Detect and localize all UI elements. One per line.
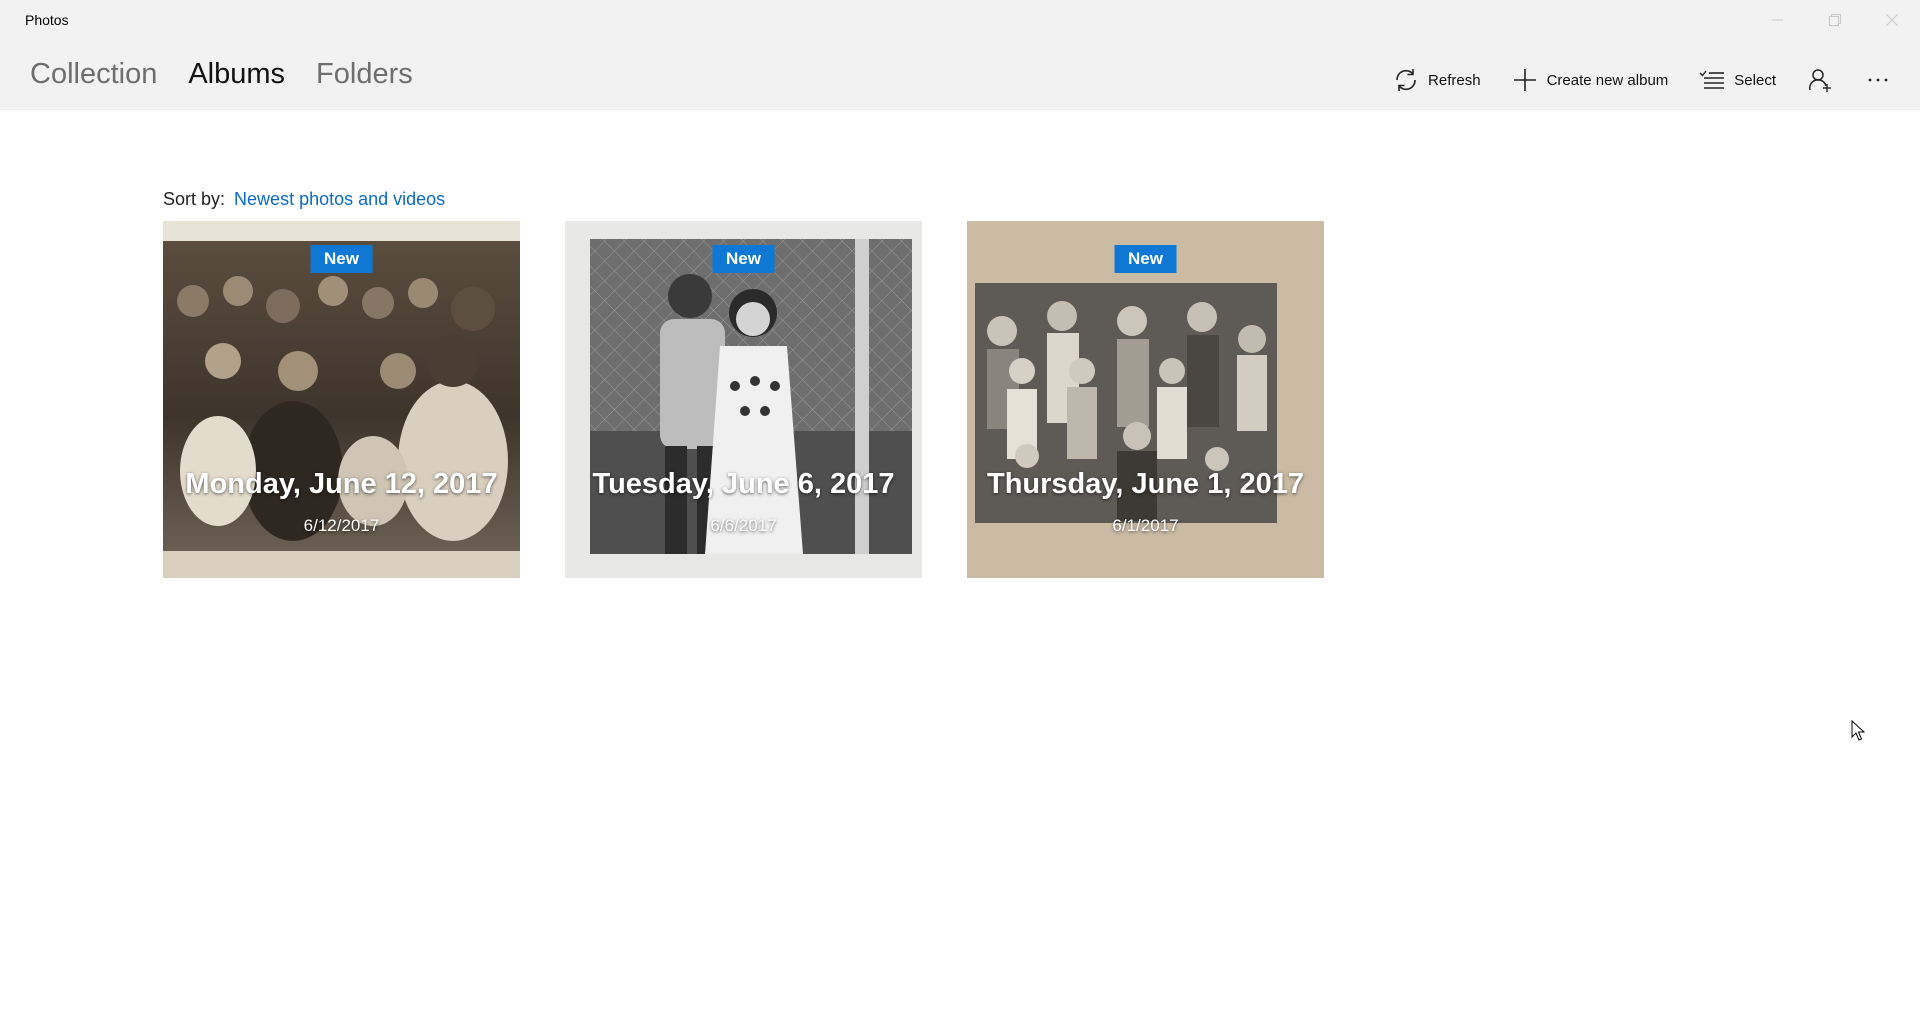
album-title: Thursday, June 1, 2017: [987, 468, 1304, 500]
person-add-icon: [1806, 66, 1834, 94]
tab-albums[interactable]: Albums: [188, 60, 285, 89]
minimize-icon: [1771, 19, 1783, 21]
sort-label: Sort by:: [163, 189, 226, 209]
select-button[interactable]: Select: [1698, 64, 1776, 96]
new-badge: New: [712, 245, 775, 273]
plus-icon: [1511, 66, 1539, 94]
sort-control: Sort by: Newest photos and videos: [163, 189, 445, 210]
new-badge: New: [1114, 245, 1177, 273]
select-label: Select: [1734, 71, 1776, 89]
maximize-button[interactable]: [1806, 0, 1863, 40]
restore-icon: [1828, 14, 1841, 26]
app-header: Collection Albums Folders Refresh Create…: [0, 40, 1920, 110]
mouse-cursor-icon: [1851, 719, 1866, 747]
create-new-album-label: Create new album: [1546, 71, 1669, 89]
album-date: 6/12/2017: [303, 516, 380, 535]
new-badge: New: [310, 245, 373, 273]
close-button[interactable]: [1863, 0, 1920, 40]
app-title: Photos: [25, 12, 69, 28]
window-controls: [1749, 0, 1920, 40]
create-new-album-button[interactable]: Create new album: [1511, 64, 1669, 96]
album-tile[interactable]: New Monday, June 12, 2017 6/12/2017: [163, 221, 520, 578]
refresh-label: Refresh: [1428, 71, 1481, 89]
sort-dropdown[interactable]: Newest photos and videos: [234, 189, 445, 209]
tab-collection[interactable]: Collection: [30, 60, 157, 89]
album-grid: New Monday, June 12, 2017 6/12/2017 New …: [163, 221, 1324, 578]
title-bar: Photos: [0, 0, 1920, 40]
album-tile[interactable]: New Thursday, June 1, 2017 6/1/2017: [967, 221, 1324, 578]
close-icon: [1885, 14, 1898, 26]
more-icon: [1864, 66, 1892, 94]
tab-folders[interactable]: Folders: [316, 60, 413, 89]
nav-tabs: Collection Albums Folders: [30, 60, 413, 89]
minimize-button[interactable]: [1749, 0, 1806, 40]
album-title: Monday, June 12, 2017: [185, 468, 498, 500]
refresh-button[interactable]: Refresh: [1392, 64, 1481, 96]
select-list-icon: [1698, 66, 1726, 94]
album-tile[interactable]: New Tuesday, June 6, 2017 6/6/2017: [565, 221, 922, 578]
album-date: 6/1/2017: [1112, 516, 1179, 535]
album-date: 6/6/2017: [710, 516, 777, 535]
account-button[interactable]: [1806, 64, 1834, 96]
refresh-icon: [1392, 66, 1420, 94]
album-title: Tuesday, June 6, 2017: [592, 468, 895, 500]
command-bar: Refresh Create new album Select: [1362, 64, 1892, 96]
more-options-button[interactable]: [1864, 64, 1892, 96]
